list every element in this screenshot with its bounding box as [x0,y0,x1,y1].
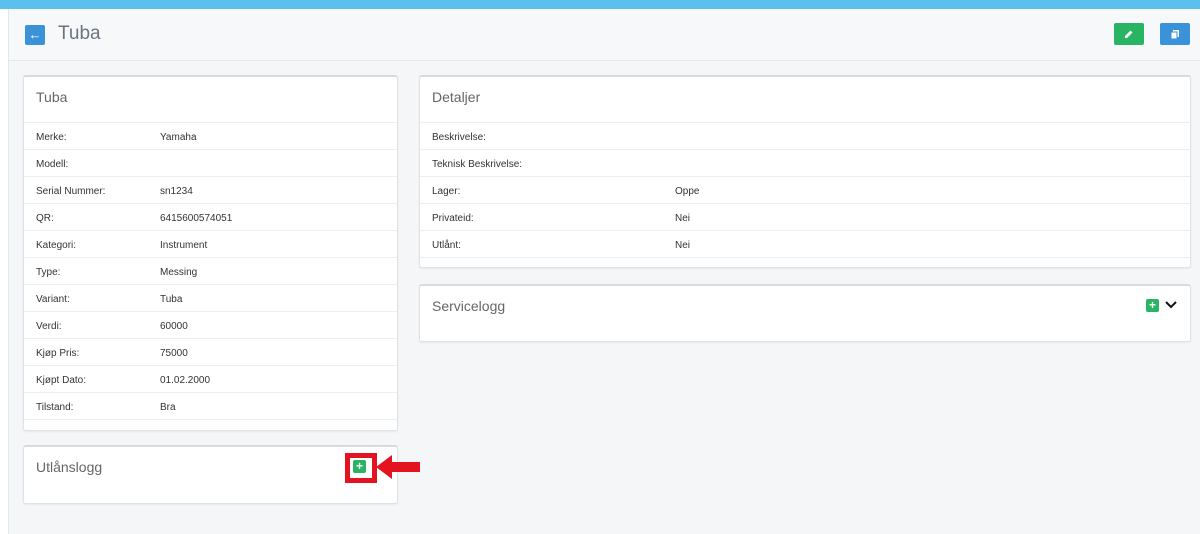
instrument-field-value: 6415600574051 [160,213,233,224]
service-log-title: Servicelogg [432,298,506,314]
instrument-card: Tuba Merke: Yamaha Modell: Serial Nummer: sn… [23,75,398,431]
details-list: Beskrivelse: Teknisk Beskrivelse: Lager: Op… [420,122,1190,258]
loan-log-card: Utlånslogg + [23,445,398,504]
instrument-field-label: Tilstand: [36,402,74,413]
instrument-field-row: Tilstand: Bra [24,393,397,420]
detail-field-value: Nei [675,213,691,224]
detail-field-label: Beskrivelse: [432,132,486,143]
detail-field-row: Beskrivelse: [420,123,1190,150]
detail-field-label: Teknisk Beskrivelse: [432,159,523,170]
add-service-button[interactable]: + [1146,299,1159,312]
page-header: ← Tuba [9,9,1200,61]
instrument-field-value: Yamaha [160,132,197,143]
instrument-field-row: Kjøp Pris: 75000 [24,339,397,366]
detail-field-row: Utlånt: Nei [420,231,1190,258]
back-button[interactable]: ← [25,25,45,45]
annotation-arrow-icon [376,455,420,479]
top-bar [0,0,1200,9]
details-card: Detaljer Beskrivelse: Teknisk Beskrivelse… [419,75,1191,268]
instrument-field-label: QR: [36,213,54,224]
detail-field-row: Lager: Oppe [420,177,1190,204]
detail-field-label: Utlånt: [432,240,461,251]
instrument-field-row: QR: 6415600574051 [24,204,397,231]
instrument-field-value: Instrument [160,240,208,251]
instrument-field-value: Messing [160,267,198,278]
instrument-field-value: sn1234 [160,186,193,197]
instrument-field-value: 01.02.2000 [160,375,211,386]
instrument-field-label: Type: [36,267,61,278]
instrument-field-row: Kjøpt Dato: 01.02.2000 [24,366,397,393]
edit-button[interactable] [1114,23,1144,45]
instrument-field-row: Kategori: Instrument [24,231,397,258]
instrument-field-label: Variant: [36,294,70,305]
page: ← Tuba Tuba Merke: Yamaha Modell: Serial Nu… [8,9,1200,534]
instrument-field-row: Serial Nummer: sn1234 [24,177,397,204]
detail-field-row: Teknisk Beskrivelse: [420,150,1190,177]
detail-field-value: Nei [675,240,691,251]
annotation-highlight-box [345,453,377,483]
instrument-field-label: Kategori: [36,240,77,251]
instrument-field-row: Variant: Tuba [24,285,397,312]
details-card-title: Detaljer [432,89,481,105]
instrument-field-label: Merke: [36,132,67,143]
copy-button[interactable] [1160,23,1190,45]
instrument-field-label: Kjøp Pris: [36,348,80,359]
service-log-card: Servicelogg + [419,284,1191,342]
instrument-field-label: Kjøpt Dato: [36,375,87,386]
instrument-card-title: Tuba [36,89,68,105]
instrument-field-value: 75000 [160,348,188,359]
instrument-field-value: Bra [160,402,176,413]
instrument-field-label: Verdi: [36,321,62,332]
pencil-icon [1125,30,1133,38]
arrow-left-icon: ← [28,27,42,42]
detail-field-label: Lager: [432,186,461,197]
detail-field-row: Privateid: Nei [420,204,1190,231]
instrument-field-label: Modell: [36,159,69,170]
instrument-field-value: 60000 [160,321,188,332]
detail-field-value: Oppe [675,186,700,197]
detail-field-label: Privateid: [432,213,474,224]
instrument-field-row: Modell: [24,150,397,177]
instrument-field-row: Verdi: 60000 [24,312,397,339]
instrument-field-label: Serial Nummer: [36,186,106,197]
copy-icon [1170,30,1179,39]
instrument-details-list: Merke: Yamaha Modell: Serial Nummer: sn1234 Q… [24,122,397,420]
loan-log-title: Utlånslogg [36,459,103,475]
page-title: Tuba [58,23,101,44]
chevron-down-icon[interactable] [1165,301,1177,309]
instrument-field-value: Tuba [160,294,183,305]
instrument-field-row: Merke: Yamaha [24,123,397,150]
instrument-field-row: Type: Messing [24,258,397,285]
